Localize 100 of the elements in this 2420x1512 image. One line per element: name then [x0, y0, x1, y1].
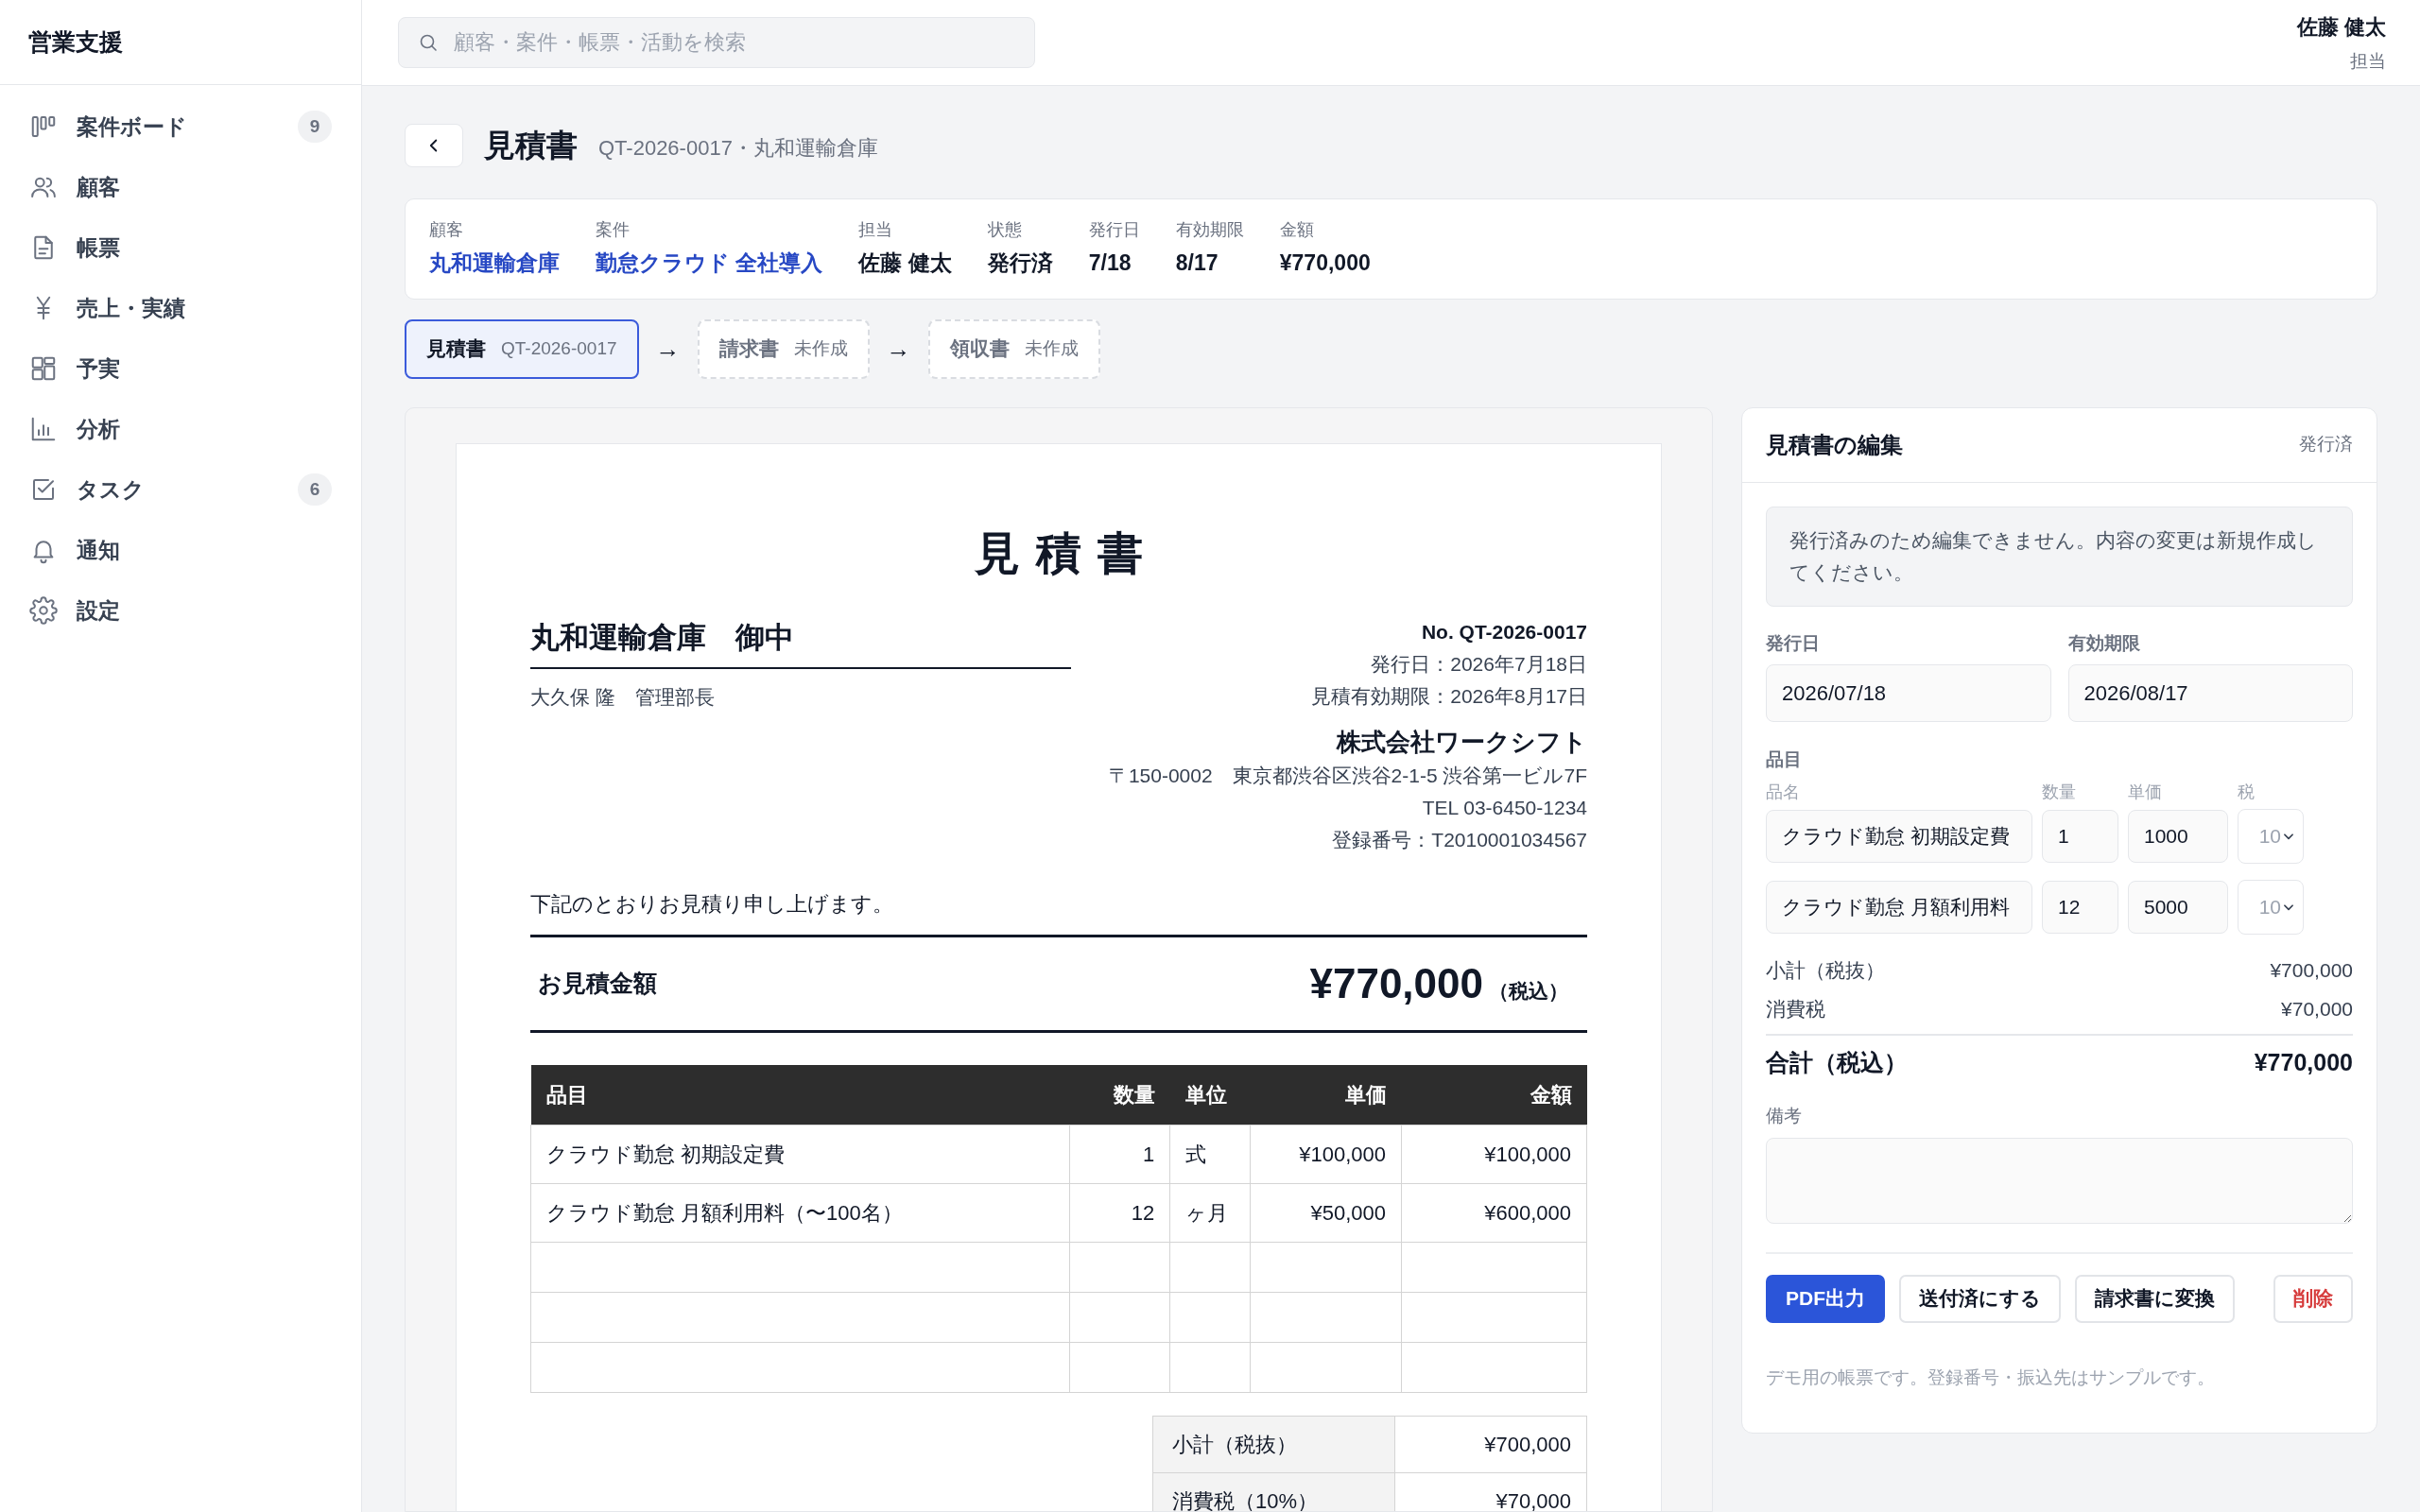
field-label: 発行日 [1766, 631, 1821, 655]
price-field[interactable]: 5000 [2128, 880, 2228, 934]
sidebar-label: 通知 [77, 536, 121, 564]
tax-label: 消費税 [1766, 997, 1825, 1022]
document-step[interactable]: 領収書 未作成 [927, 318, 1100, 379]
page-subtitle: QT-2026-0017・丸和運輸倉庫 [598, 135, 878, 163]
sidebar-label: 顧客 [77, 173, 121, 201]
expiry-date: 見積有効期限：2026年8月17日 [1311, 683, 1587, 709]
sidebar-label: 予実 [77, 354, 121, 383]
sidebar-item[interactable]: 案件ボード 9 [15, 96, 346, 157]
action-button[interactable]: PDF出力 [1766, 1274, 1885, 1323]
flow-arrow: → [655, 333, 681, 365]
column-header: 金額 [1401, 1064, 1587, 1125]
table-cell: ¥100,000 [1250, 1125, 1402, 1184]
sidebar-item[interactable]: 予実 [15, 338, 346, 399]
column-label: 単価 [2128, 782, 2162, 801]
sidebar-item[interactable]: 分析 [15, 399, 346, 459]
date-field[interactable]: 2026/07/18 [1766, 664, 2051, 722]
tax-note: （税込） [1489, 978, 1568, 1004]
table-cell: 消費税（10%） [1152, 1472, 1395, 1511]
field-label: 状態 [987, 219, 1023, 242]
subtotal-label: 小計（税抜） [1766, 957, 1885, 983]
notice-message: 発行済みのため編集できません。内容の変更は新規作成してください。 [1766, 506, 2353, 607]
back-button[interactable] [405, 123, 463, 167]
user-name: 佐藤 健太 [2296, 14, 2386, 41]
subtotal-value: ¥700,000 [2270, 957, 2353, 983]
count-badge: 9 [298, 111, 332, 143]
sidebar-label: 帳票 [77, 233, 121, 262]
column-label: 税 [2238, 782, 2255, 801]
field-value: 7/18 [1088, 249, 1132, 278]
table-cell: 小計（税抜） [1152, 1416, 1395, 1473]
price-field[interactable]: 1000 [2128, 809, 2228, 863]
field-value: 佐藤 健太 [858, 249, 952, 278]
bar-chart-icon [29, 415, 58, 443]
footnote: デモ用の帳票です。登録番号・振込先はサンプルです。 [1766, 1366, 2216, 1389]
total-amount: ¥770,000 [1309, 958, 1483, 1008]
field-label: 金額 [1279, 219, 1315, 242]
quantity-field[interactable]: 1 [2042, 809, 2118, 863]
sidebar-label: タスク [77, 475, 146, 504]
company-name: 株式会社ワークシフト [1337, 726, 1587, 758]
tax-value: ¥70,000 [2281, 997, 2353, 1022]
intro-text: 下記のとおりお見積り申し上げます。 [530, 890, 894, 918]
app-title: 営業支援 [28, 26, 123, 57]
item-name-field[interactable]: クラウド勤怠 月額利用料 [1766, 880, 2032, 934]
field-label: 有効期限 [2067, 631, 2141, 655]
action-button[interactable]: 送付済にする [1899, 1274, 2061, 1323]
table-cell: ¥600,000 [1401, 1183, 1587, 1243]
issue-date: 発行日：2026年7月18日 [1371, 651, 1587, 677]
table-cell: ¥50,000 [1250, 1183, 1402, 1243]
action-button[interactable]: 請求書に変換 [2075, 1274, 2235, 1323]
document-step[interactable]: 見積書 QT-2026-0017 [405, 318, 639, 379]
table-cell: 1 [1069, 1125, 1170, 1184]
item-name-field[interactable]: クラウド勤怠 初期設定費 [1766, 809, 2032, 863]
column-header: 数量 [1069, 1064, 1170, 1125]
field-label: 顧客 [429, 219, 464, 242]
field-value: ¥770,000 [1279, 249, 1371, 278]
status-label: 発行済 [2299, 433, 2353, 456]
table-cell: ヶ月 [1169, 1183, 1251, 1243]
field-link[interactable]: 勤怠クラウド 全社導入 [596, 247, 823, 280]
user-role: 担当 [2350, 50, 2386, 73]
sidebar-label: 売上・実績 [77, 294, 186, 322]
recipient-name: 丸和運輸倉庫 御中 [530, 615, 1071, 669]
quote-number: No. QT-2026-0017 [1421, 619, 1587, 644]
column-header: 単位 [1169, 1064, 1251, 1125]
table-cell: ¥700,000 [1394, 1416, 1587, 1473]
page-title: 見積書 [484, 127, 578, 164]
count-badge: 6 [298, 473, 332, 506]
table-cell: クラウド勤怠 初期設定費 [530, 1125, 1070, 1184]
quantity-field[interactable]: 12 [2042, 880, 2118, 934]
sidebar-item[interactable]: タスク 6 [15, 459, 346, 520]
notes-field[interactable] [1766, 1137, 2353, 1224]
field-link[interactable]: 丸和運輸倉庫 [429, 247, 560, 280]
field-value: 8/17 [1175, 249, 1219, 278]
sidebar-label: 案件ボード [77, 112, 188, 141]
table-cell: クラウド勤怠 月額利用料（〜100名） [530, 1183, 1070, 1243]
document-step[interactable]: 請求書 未作成 [697, 318, 870, 379]
dashboard-icon [29, 354, 58, 383]
document-title: 見積書 [974, 526, 1160, 580]
recipient-contact: 大久保 隆 管理部長 [530, 685, 716, 710]
sidebar-item[interactable]: 帳票 [15, 217, 346, 278]
field-label: 担当 [858, 219, 894, 242]
sidebar-item[interactable]: 通知 [15, 520, 346, 580]
sidebar-item[interactable]: 設定 [15, 580, 346, 641]
field-value: 発行済 [987, 249, 1053, 278]
table-cell: 式 [1169, 1125, 1251, 1184]
field-label: 発行日 [1088, 219, 1140, 242]
column-label: 品名 [1766, 782, 1800, 801]
section-label: 品目 [1766, 748, 1803, 771]
total-value: ¥770,000 [2254, 1047, 2353, 1077]
date-field[interactable]: 2026/08/17 [2067, 664, 2353, 722]
table-cell: ¥100,000 [1401, 1125, 1587, 1184]
sidebar-item[interactable]: 顧客 [15, 157, 346, 217]
sidebar-label: 設定 [77, 596, 121, 625]
sidebar-label: 分析 [77, 415, 121, 443]
action-button[interactable]: 削除 [2273, 1274, 2353, 1323]
total-label: 合計（税込） [1766, 1047, 1908, 1077]
column-header: 単価 [1250, 1064, 1402, 1125]
sidebar-item[interactable]: 売上・実績 [15, 278, 346, 338]
field-label: 案件 [596, 219, 631, 242]
search-field[interactable]: 顧客・案件・帳票・活動を検索 [398, 17, 1035, 68]
